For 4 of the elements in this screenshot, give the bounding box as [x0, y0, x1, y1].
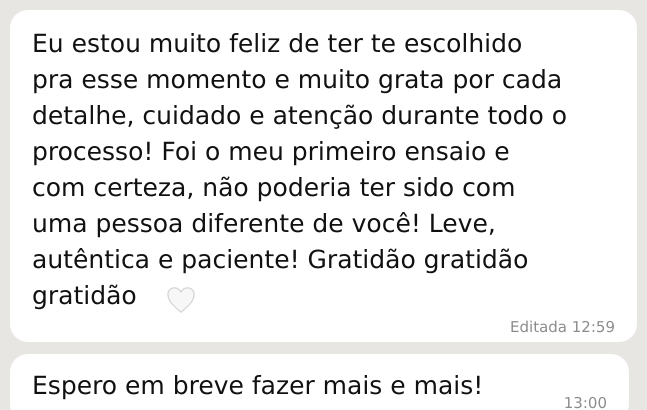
message-text: Espero em breve fazer mais e mais!	[32, 370, 484, 402]
message-time: 13:00	[564, 394, 607, 410]
message-time: Editada 12:59	[510, 318, 615, 336]
message-text: Eu estou muito feliz de ter te escolhido pra esse momento e muito grata por cada detalhe, cuidado e atenção durante todo o processo! Foi o meu primeiro ensaio e com certeza, não poderia ter sido com uma pessoa diferente de você! Leve, autêntica e paciente! Gratidão gratidão gratidão	[32, 28, 568, 312]
